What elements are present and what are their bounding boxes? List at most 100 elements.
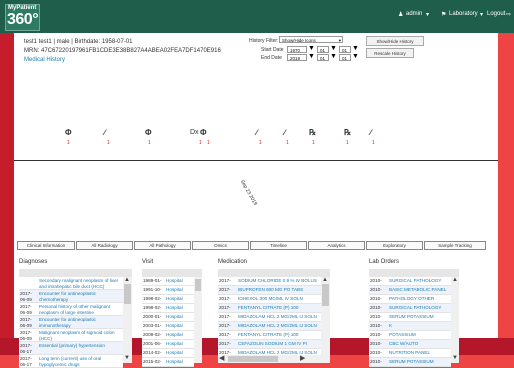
end-year-select[interactable]: 2019: [287, 54, 307, 61]
table-row[interactable]: 2010-04-14 NUTRITION PANEL: [369, 349, 451, 358]
rescale-history-button[interactable]: Rescale History: [366, 48, 414, 58]
table-row[interactable]: 2017-06-10 FENTANYL CITRATE (P) 100 MCG/2…: [218, 304, 321, 313]
row-value-link[interactable]: FENTANYL CITRATE (P) 100 MCG/2ML IJ SOLN: [238, 332, 319, 339]
start-day-select[interactable]: 01: [339, 46, 351, 53]
row-value-link[interactable]: K: [389, 323, 449, 330]
table-row[interactable]: 2010-02-27 SURGICAL PATHOLOGY EXAM: [369, 277, 451, 286]
table-row[interactable]: 2010-04-14 SERUM POTASSIUM: [369, 313, 451, 322]
needle-icon[interactable]: ∕: [104, 128, 105, 137]
start-month-select[interactable]: 01: [317, 46, 329, 53]
chevron-up-icon[interactable]: ▲: [452, 277, 458, 283]
row-value-link[interactable]: CBC W/AUTO DIFFERENTIAL: [389, 341, 449, 348]
row-value-link[interactable]: SERUM POTASSIUM: [389, 314, 449, 321]
medication-scroll-thumb[interactable]: [322, 284, 329, 306]
visit-scroll-thumb[interactable]: [195, 279, 201, 291]
table-row[interactable]: 1998-02-14 Hospital Encounter: [142, 295, 194, 304]
table-row[interactable]: 2017-06-20 CEFAZOLIN SODIUM 1 GM IV PI SO…: [218, 340, 321, 349]
tab-analytics[interactable]: Analytics: [308, 241, 365, 250]
table-row[interactable]: 2009-02-03 Hospital Encounter: [142, 331, 194, 340]
table-row[interactable]: 2010-04-13 PATHOLOGY OTHER REQUEST: [369, 295, 451, 304]
show-hide-history-button[interactable]: Show/Hide History: [366, 36, 424, 46]
table-row[interactable]: 2010-04-14 K: [369, 322, 451, 331]
row-value-link[interactable]: Essential (primary) hypertension: [39, 343, 121, 354]
needle-icon[interactable]: ∕: [370, 128, 371, 137]
tab-exploratory[interactable]: Exploratory: [366, 241, 423, 250]
lab-orders-scrollbar[interactable]: [451, 277, 459, 363]
row-value-link[interactable]: Personal history of other malignant neop…: [39, 304, 121, 315]
row-value-link[interactable]: Hospital Encounter: [166, 296, 192, 303]
table-row[interactable]: 2000-01-25 Hospital Encounter: [142, 313, 194, 322]
row-value-link[interactable]: MIDAZOLAM HCL 2 MG/2ML IJ SOLN: [238, 314, 319, 321]
logout-link[interactable]: Logout: [487, 11, 505, 17]
table-row[interactable]: 2017-06-10 FENTANYL CITRATE (P) 100 MCG/2…: [218, 331, 321, 340]
row-value-link[interactable]: Hospital Encounter: [166, 287, 192, 294]
syringe-icon[interactable]: Φ: [65, 128, 72, 137]
table-row[interactable]: 2010-04-13 SURGICAL PATHOLOGY EXAM: [369, 304, 451, 313]
table-row[interactable]: 2001-06-29 Hospital Encounter: [142, 340, 194, 349]
table-row[interactable]: 2017-06-10 MIDAZOLAM HCL 2 MG/2ML IJ SOLN: [218, 322, 321, 331]
row-value-link[interactable]: CEFAZOLIN SODIUM 1 GM IV PI SOLR: [238, 341, 319, 348]
pill-icon[interactable]: ℞: [344, 128, 351, 137]
row-value-link[interactable]: Secondary malignant neoplasm of liver an…: [39, 278, 121, 289]
tab-clinical-information[interactable]: Clinical Information: [17, 241, 75, 250]
chevron-right-icon[interactable]: ▶: [300, 354, 305, 362]
tab-timeline[interactable]: Timeline: [250, 241, 307, 250]
chevron-down-icon[interactable]: ▼: [124, 355, 130, 361]
table-row[interactable]: 2003-01-30 Hospital Encounter: [142, 322, 194, 331]
medication-hscroll-thumb[interactable]: [228, 356, 278, 362]
tab-all-radiology[interactable]: All Radiology: [76, 241, 133, 250]
laboratory-menu[interactable]: Laboratory: [449, 11, 478, 17]
table-row[interactable]: 2017-04-29 SODIUM CHLORIDE 0.9 % IV BOLUS: [218, 277, 321, 286]
table-row[interactable]: 1998-02-24 Hospital Encounter: [142, 304, 194, 313]
row-value-link[interactable]: BASIC METABOLIC PANEL: [389, 287, 449, 294]
row-value-link[interactable]: Hospital Encounter: [166, 359, 192, 366]
row-value-link[interactable]: Hospital Encounter: [166, 323, 192, 330]
row-value-link[interactable]: Long term (current) use of oral hypoglyc…: [39, 356, 121, 367]
row-value-link[interactable]: Hospital Encounter: [166, 350, 192, 357]
row-value-link[interactable]: MIDAZOLAM HCL 2 MG/2ML IJ SOLN: [238, 323, 319, 330]
row-value-link[interactable]: SODIUM CHLORIDE 0.9 % IV BOLUS: [238, 278, 319, 285]
row-value-link[interactable]: NUTRITION PANEL: [389, 350, 449, 357]
table-row[interactable]: 2017-06-09 Encounter for antineoplastic i…: [19, 316, 123, 329]
table-row[interactable]: 2017-05-28 IOHEXOL 300 MG/ML IV SOLN: [218, 295, 321, 304]
needle-icon[interactable]: ∕: [256, 128, 257, 137]
chevron-down-icon[interactable]: ▼: [452, 355, 458, 361]
chevron-up-icon[interactable]: ▲: [322, 277, 328, 283]
syringe-icon[interactable]: Φ: [145, 128, 152, 137]
table-row[interactable]: 2017-06-09 Encounter for antineoplastic c…: [19, 290, 123, 303]
row-value-link[interactable]: Hospital Encounter: [166, 314, 192, 321]
row-value-link[interactable]: Hospital Encounter: [166, 278, 192, 285]
tab-all-pathology[interactable]: All Pathology: [134, 241, 191, 250]
row-value-link[interactable]: SURGICAL PATHOLOGY EXAM: [389, 278, 449, 285]
table-row[interactable]: 2017-04-29 IBUPROFEN 600 MG PO TABS: [218, 286, 321, 295]
row-value-link[interactable]: Hospital Encounter: [166, 341, 192, 348]
table-row[interactable]: 2017-06-17 Essential (primary) hypertensi…: [19, 342, 123, 355]
needle-icon[interactable]: ∕: [284, 128, 285, 137]
table-row[interactable]: 2017-06-09 Personal history of other mali…: [19, 303, 123, 316]
row-value-link[interactable]: Hospital Encounter: [166, 332, 192, 339]
start-year-select[interactable]: 1970: [287, 46, 307, 53]
tab-sample-tracking[interactable]: Sample Tracking: [424, 241, 486, 250]
table-row[interactable]: 2014-02-01 Hospital Encounter: [142, 349, 194, 358]
tab-omics[interactable]: Omics: [192, 241, 249, 250]
end-day-select[interactable]: 01: [339, 54, 351, 61]
table-row[interactable]: 2017-06-17 Long term (current) use of ora…: [19, 355, 123, 368]
row-value-link[interactable]: SERUM POTASSIUM: [389, 359, 449, 366]
table-row[interactable]: 2010-04-15 SERUM POTASSIUM: [369, 358, 451, 367]
table-row[interactable]: 2015-02-27 Hospital Encounter: [142, 358, 194, 367]
diagnosis-marker[interactable]: Dx: [190, 129, 199, 136]
history-filter-select[interactable]: Show/Hide Icons ▾: [279, 36, 343, 43]
pill-icon[interactable]: ℞: [309, 128, 316, 137]
table-row[interactable]: 2010-04-13 BASIC METABOLIC PANEL: [369, 286, 451, 295]
row-value-link[interactable]: Encounter for antineoplastic chemotherap…: [39, 291, 121, 302]
table-row[interactable]: 2010-04-14 CBC W/AUTO DIFFERENTIAL: [369, 340, 451, 349]
medical-history-link[interactable]: Medical History: [24, 57, 65, 63]
admin-menu[interactable]: admin: [406, 11, 422, 17]
end-month-select[interactable]: 01: [317, 54, 329, 61]
row-value-link[interactable]: IOHEXOL 300 MG/ML IV SOLN: [238, 296, 319, 303]
row-value-link[interactable]: PATHOLOGY OTHER REQUEST: [389, 296, 449, 303]
row-value-link[interactable]: Malignant neoplasm of sigmoid colon (HCC…: [39, 330, 121, 341]
table-row[interactable]: 2017-06-10 MIDAZOLAM HCL 2 MG/2ML IJ SOLN: [218, 313, 321, 322]
chevron-up-icon[interactable]: ▲: [124, 277, 130, 283]
table-row[interactable]: 2017-06-09 Malignant neoplasm of sigmoid …: [19, 329, 123, 342]
